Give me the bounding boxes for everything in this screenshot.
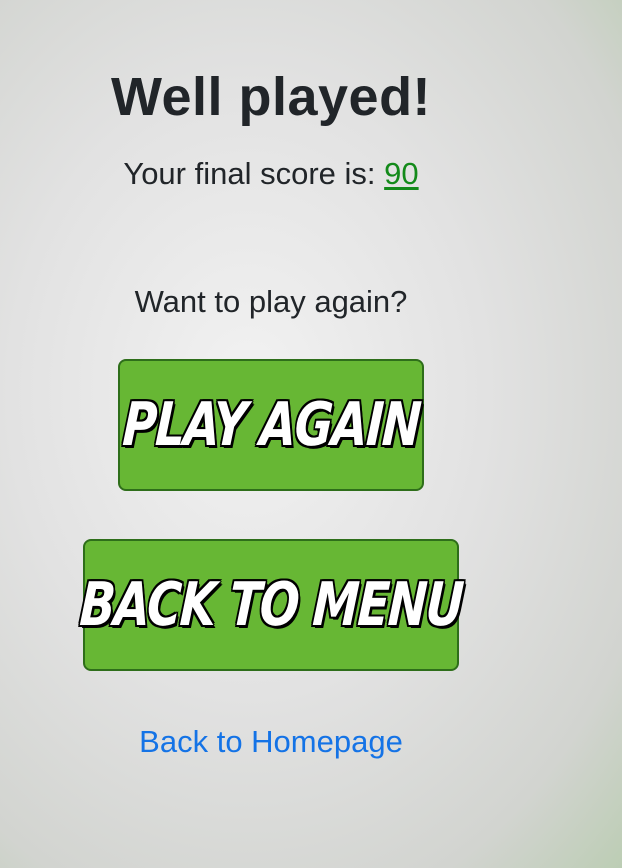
final-score-label: Your final score is:: [123, 156, 376, 191]
back-to-menu-button-label: Back to menu: [77, 570, 465, 640]
final-score-line: Your final score is: 90: [0, 156, 542, 192]
back-to-menu-button[interactable]: Back to menu: [78, 539, 464, 671]
play-again-prompt: Want to play again?: [134, 284, 408, 319]
play-again-button-label: Play again: [120, 390, 422, 460]
play-again-button[interactable]: Play again: [118, 359, 424, 491]
back-to-homepage-link[interactable]: Back to Homepage: [0, 724, 542, 760]
final-score-value: 90: [384, 156, 419, 191]
end-heading: Well played!: [110, 67, 432, 127]
